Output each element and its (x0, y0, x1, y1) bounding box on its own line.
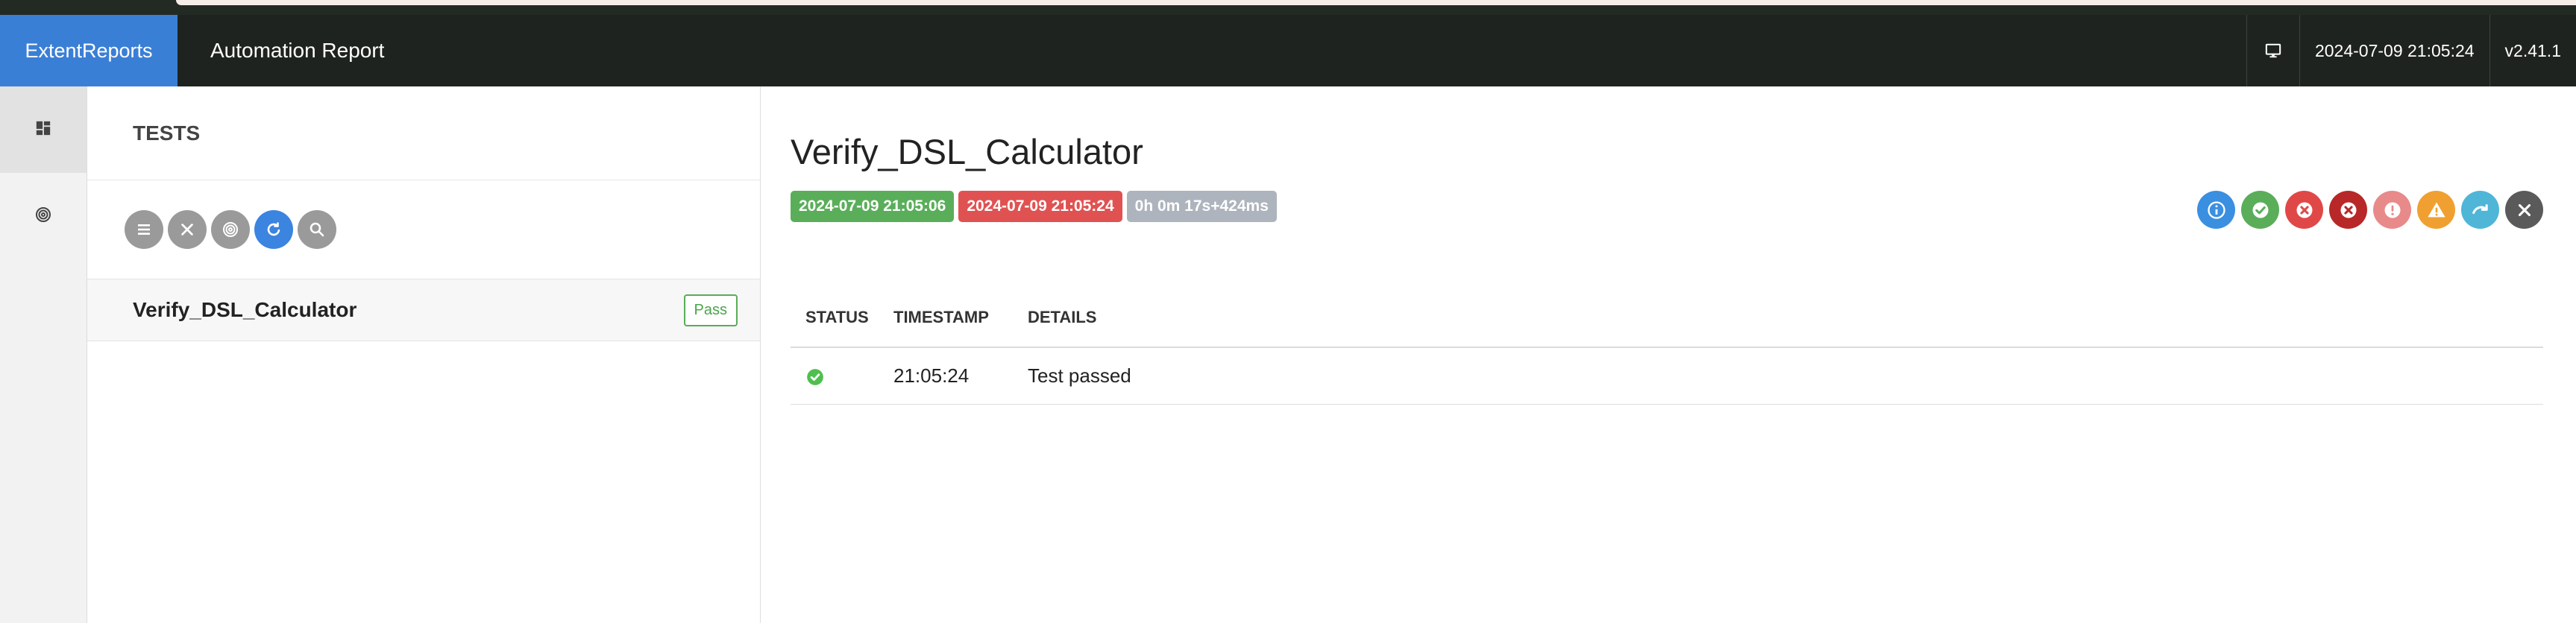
search-icon[interactable] (298, 210, 336, 249)
log-timestamp: 21:05:24 (879, 347, 1013, 405)
test-list-item[interactable]: Verify_DSL_Calculator Pass (87, 279, 760, 341)
monitor-icon (2246, 15, 2299, 86)
log-header-row: STATUS TIMESTAMP DETAILS (791, 288, 2543, 348)
fail-icon[interactable] (2285, 191, 2323, 229)
test-title: Verify_DSL_Calculator (791, 132, 1143, 171)
close-icon[interactable] (168, 210, 207, 249)
list-icon[interactable] (125, 210, 163, 249)
navbar-right: 2024-07-09 21:05:24 v2.41.1 (2246, 15, 2576, 86)
tests-header: TESTS (87, 86, 760, 180)
status-filters (2197, 191, 2543, 229)
sidebar-item-tests[interactable] (0, 86, 87, 173)
skip-icon[interactable] (2461, 191, 2499, 229)
start-time-badge: 2024-07-09 21:05:06 (791, 191, 955, 222)
column-header-details: DETAILS (1013, 288, 2543, 348)
log-status-cell (791, 347, 879, 405)
status-badge: Pass (683, 294, 738, 326)
column-header-status: STATUS (791, 288, 879, 348)
info-icon[interactable] (2197, 191, 2235, 229)
dashboard-grid-icon (35, 120, 51, 140)
fingerprint-icon[interactable] (211, 210, 250, 249)
top-strip (0, 0, 2576, 15)
report-datetime: 2024-07-09 21:05:24 (2299, 15, 2489, 86)
top-strip-accent (176, 0, 2576, 5)
version-label: v2.41.1 (2489, 15, 2576, 86)
refresh-icon[interactable] (254, 210, 293, 249)
pass-icon[interactable] (2241, 191, 2279, 229)
fingerprint-icon (34, 206, 52, 227)
column-header-timestamp: TIMESTAMP (879, 288, 1013, 348)
log-details: Test passed (1013, 347, 2543, 405)
error-icon[interactable] (2373, 191, 2411, 229)
test-name: Verify_DSL_Calculator (133, 298, 357, 321)
side-nav (0, 86, 87, 623)
brand-logo[interactable]: ExtentReports (0, 15, 178, 86)
log-table: STATUS TIMESTAMP DETAILS 21:05:24 Test p… (791, 288, 2543, 405)
report-title: Automation Report (210, 39, 385, 62)
clear-icon[interactable] (2505, 191, 2543, 229)
end-time-badge: 2024-07-09 21:05:24 (958, 191, 1122, 222)
warning-icon[interactable] (2417, 191, 2455, 229)
test-detail: Verify_DSL_Calculator 2024-07-09 21:05:0… (791, 86, 2543, 623)
fatal-icon[interactable] (2329, 191, 2367, 229)
duration-badge: 0h 0m 17s+424ms (1126, 191, 1277, 222)
pass-status-icon (805, 364, 825, 387)
top-navbar: ExtentReports Automation Report 2024-07-… (0, 15, 2576, 86)
sidebar-item-dashboard[interactable] (0, 173, 87, 259)
tests-panel: TESTS Verify_DSL_Calculator Pass (87, 86, 761, 623)
tests-toolbar (87, 180, 760, 279)
table-row: 21:05:24 Test passed (791, 347, 2543, 405)
test-time-chips: 2024-07-09 21:05:06 2024-07-09 21:05:24 … (791, 191, 1277, 222)
